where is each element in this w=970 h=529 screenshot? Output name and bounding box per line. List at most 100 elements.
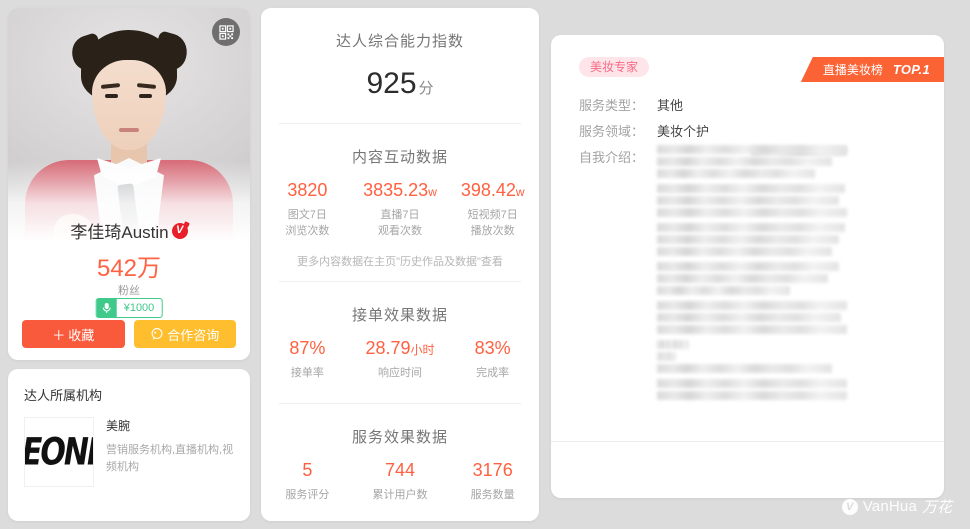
consult-button[interactable]: 合作咨询 — [133, 320, 236, 348]
stat-label: 完成率 — [476, 367, 510, 379]
stat-number: 83% — [474, 338, 511, 358]
order-stat-grid: 87% 接单率 28.79小时 响应时间 83% 完成率 — [261, 337, 539, 381]
redacted-line — [657, 235, 840, 244]
stat-unit: w — [428, 185, 437, 199]
stat-label: 累计用户数 — [372, 489, 428, 501]
stat-number: 5 — [302, 460, 313, 480]
stat-value: 28.79小时 — [354, 337, 447, 361]
redacted-line — [657, 145, 847, 154]
stat-label-line1: 图文7日 — [287, 209, 327, 221]
agency-body: EONI 美腕 营销服务机构,直播机构,视频机构 — [24, 417, 236, 487]
rank-ribbon: 直播美妆榜 TOP.1 — [800, 57, 944, 82]
score-section: 达人综合能力指数 925 分 — [261, 8, 539, 101]
stat-label: 响应时间 — [378, 367, 422, 379]
watermark-text-cn: 万花 — [921, 498, 952, 516]
stat-number: 3820 — [287, 180, 328, 200]
redacted-line — [657, 340, 690, 349]
stat-label-line2: 观看次数 — [378, 225, 422, 237]
expert-tag: 美妆专家 — [579, 57, 650, 77]
detail-bottom-divider — [551, 441, 944, 442]
stat-cell: 3820 图文7日浏览次数 — [261, 179, 354, 239]
field-service-area: 服务领域： 美妆个护 — [579, 121, 709, 140]
redacted-line — [657, 379, 847, 388]
agency-logo: EONI — [24, 417, 94, 487]
stat-cell: 3835.23w 直播7日 观看次数 — [354, 179, 447, 239]
field-label: 自我介绍： — [579, 150, 645, 165]
redacted-line — [657, 391, 847, 400]
profile-card: 李佳琦Austin V 542万 粉丝 ¥1000 ＋ 收藏 合作咨询 — [8, 8, 250, 360]
score-section-title: 达人综合能力指数 — [335, 33, 464, 50]
agency-description: 营销服务机构,直播机构,视频机构 — [106, 444, 234, 473]
redacted-line — [657, 325, 847, 334]
stat-value: 87% — [261, 337, 354, 361]
stat-cell: 28.79小时 响应时间 — [354, 337, 447, 381]
stat-value: 744 — [354, 459, 447, 483]
agency-title: 达人所属机构 — [24, 388, 103, 403]
stat-unit: w — [515, 185, 525, 199]
redacted-paragraph — [657, 379, 847, 400]
rank-ribbon-label: 直播美妆榜 — [822, 63, 883, 77]
redacted-line — [657, 223, 846, 232]
stat-number: 87% — [289, 338, 326, 358]
stat-value: 3176 — [446, 459, 539, 483]
plus-icon: ＋ — [52, 327, 66, 343]
redacted-paragraph — [657, 223, 847, 256]
stat-number: 744 — [384, 460, 416, 480]
qrcode-button[interactable] — [212, 18, 240, 46]
content-stat-grid: 3820 图文7日浏览次数 3835.23w 直播7日 观看次数 398.42w … — [261, 179, 539, 239]
fans-count: 542万 — [96, 255, 162, 282]
stat-number: 398.42 — [460, 180, 516, 200]
price-badge: ¥1000 — [95, 298, 163, 318]
stat-value: 5 — [261, 459, 354, 483]
stat-value: 3835.23w — [354, 179, 447, 203]
score-row: 925 分 — [261, 67, 539, 101]
page-root: 李佳琦Austin V 542万 粉丝 ¥1000 ＋ 收藏 合作咨询 达人所属… — [0, 0, 970, 529]
stat-number: 3835.23 — [363, 180, 429, 200]
redacted-paragraph — [657, 184, 847, 217]
field-self-introduction: 自我介绍： — [579, 147, 657, 166]
content-hint: 更多内容数据在主页"历史作品及数据"查看 — [297, 256, 503, 268]
stat-cell: 3176 服务数量 — [446, 459, 539, 503]
chat-icon — [151, 328, 163, 340]
redacted-line — [657, 286, 790, 295]
stat-cell: 83% 完成率 — [446, 337, 539, 381]
stat-value: 398.42w — [446, 179, 539, 203]
stat-label-line2: 浏览次数 — [285, 225, 330, 237]
rank-ribbon-rank: TOP.1 — [892, 62, 930, 77]
score-value: 925 — [366, 67, 417, 100]
content-section-title: 内容互动数据 — [351, 149, 448, 166]
portrait-mouth — [119, 128, 139, 132]
stat-label: 短视频7日 播放次数 — [446, 207, 539, 239]
order-section: 接单效果数据 87% 接单率 28.79小时 响应时间 83% 完成率 — [261, 282, 539, 381]
stat-number: 28.79 — [365, 338, 411, 358]
stat-label-line1: 短视频7日 — [467, 209, 518, 221]
stat-number: 3176 — [472, 460, 513, 480]
stat-label: 服务评分 — [285, 489, 330, 501]
qrcode-icon — [218, 24, 234, 40]
redacted-line — [657, 169, 815, 178]
redacted-line — [657, 364, 832, 373]
watermark-text: VanHua — [862, 498, 917, 515]
order-section-title: 接单效果数据 — [351, 307, 448, 324]
profile-portrait-image — [8, 8, 250, 253]
stat-label: 图文7日浏览次数 — [261, 207, 354, 239]
verified-badge-icon: V — [171, 222, 188, 239]
profile-action-buttons: ＋ 收藏 合作咨询 — [22, 320, 236, 348]
score-unit: 分 — [418, 80, 434, 97]
stat-label: 接单率 — [290, 367, 324, 379]
price-value: ¥1000 — [123, 301, 155, 314]
profile-name: 李佳琦Austin — [70, 223, 169, 242]
v-logo-icon: V — [841, 498, 858, 515]
favorite-button[interactable]: ＋ 收藏 — [22, 320, 125, 348]
redacted-line — [657, 274, 828, 283]
portrait-eye-right — [139, 94, 152, 98]
field-service-type: 服务类型： 其他 — [579, 95, 683, 114]
portrait-face — [92, 60, 166, 150]
redacted-line — [657, 157, 832, 166]
redacted-line — [657, 184, 846, 193]
field-label: 服务类型： — [579, 98, 645, 113]
detail-card: 美妆专家 直播美妆榜 TOP.1 服务类型： 其他 服务领域： 美妆个护 自我介… — [551, 35, 944, 498]
stat-cell: 87% 接单率 — [261, 337, 354, 381]
stat-cell: 398.42w 短视频7日 播放次数 — [446, 179, 539, 239]
microphone-icon — [96, 299, 117, 317]
